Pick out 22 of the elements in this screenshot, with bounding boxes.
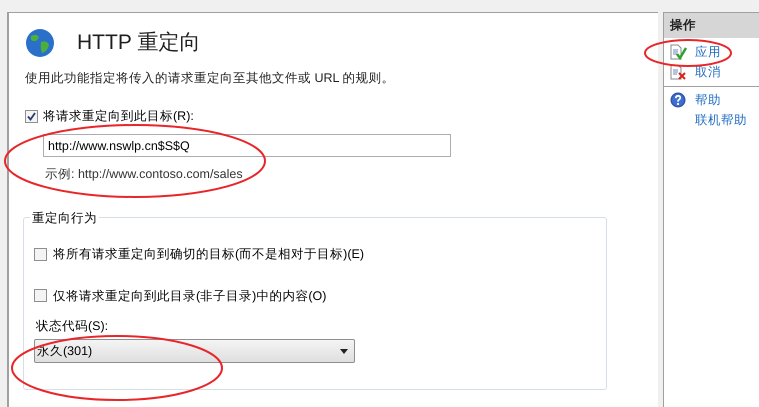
apply-icon (670, 44, 688, 60)
checkbox-label: 仅将请求重定向到此目录(非子目录)中的内容(O) (53, 288, 326, 305)
globe-icon (25, 28, 55, 58)
example-text: 示例: http://www.contoso.com/sales (45, 166, 244, 183)
pane-header: 操作 (664, 13, 759, 38)
dropdown-arrow-icon (340, 348, 348, 354)
status-code-dropdown[interactable]: 永久(301) (34, 339, 355, 363)
action-link[interactable]: 联机帮助 (695, 110, 747, 130)
field-label: 状态代码(S): (36, 318, 110, 336)
cancel-icon (670, 64, 688, 80)
checkbox[interactable] (34, 289, 47, 302)
page-title: HTTP 重定向 (77, 30, 200, 56)
action-link[interactable]: 应用 (695, 42, 721, 62)
description: 使用此功能指定将传入的请求重定向至其他文件或 URL 的规则。 (25, 70, 396, 86)
checkbox-label: 将请求重定向到此目标(R): (43, 108, 194, 126)
checkbox-label: 将所有请求重定向到确切的目标(而不是相对于目标)(E) (53, 246, 364, 263)
checkbox[interactable] (34, 248, 47, 261)
help-icon (670, 92, 686, 108)
action-link[interactable]: 取消 (695, 62, 721, 82)
checkbox[interactable] (25, 110, 38, 124)
action-link[interactable]: 帮助 (695, 90, 721, 110)
url-field[interactable]: http://www.nswlp.cn$S$Q (43, 134, 451, 157)
